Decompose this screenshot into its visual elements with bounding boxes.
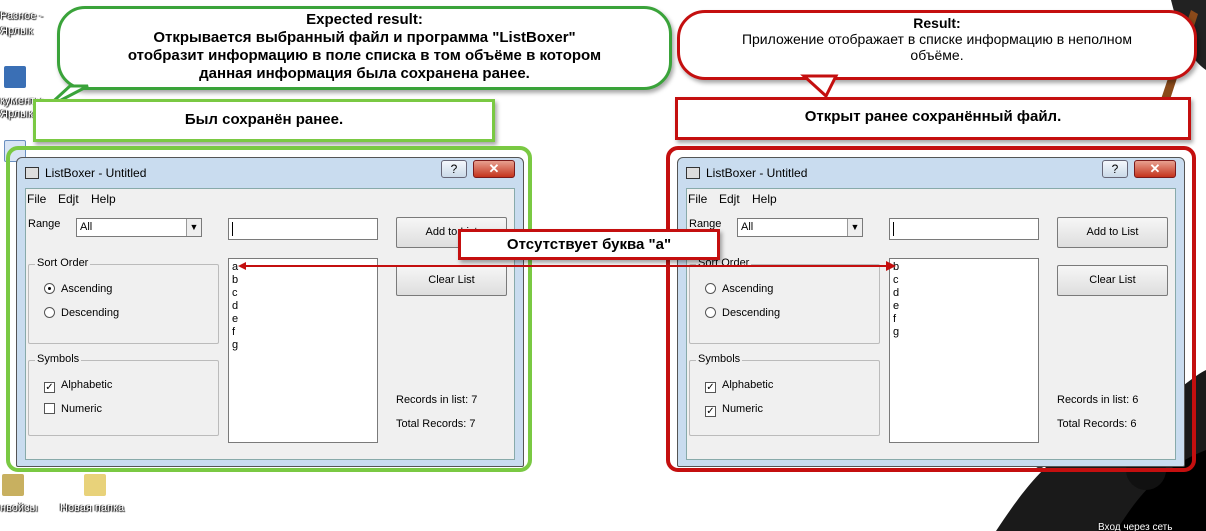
sort-order-label: Sort Order — [35, 257, 91, 269]
records-in-list: Records in list: 6 — [1057, 394, 1139, 406]
app-icon — [686, 167, 700, 179]
list-item[interactable]: d — [229, 300, 377, 313]
add-to-list-button[interactable]: Add to List — [1057, 217, 1168, 248]
title-bar[interactable]: ListBoxer - Untitled ? ✕ — [17, 158, 523, 188]
folder-icon[interactable] — [2, 474, 24, 496]
alphabetic-label: Alphabetic — [722, 379, 774, 391]
descending-label: Descending — [61, 307, 120, 319]
opened-label: Открыт ранее сохранённый файл. — [675, 97, 1191, 140]
list-item[interactable]: e — [890, 300, 1038, 313]
list-item[interactable]: g — [229, 339, 377, 352]
range-value: All — [741, 221, 754, 233]
sort-order-group: Sort Order — [28, 257, 219, 344]
ascending-label: Ascending — [61, 283, 113, 295]
range-value: All — [80, 221, 93, 233]
list-item[interactable]: f — [890, 313, 1038, 326]
desktop-icon-label[interactable]: Ярлык — [0, 108, 33, 120]
list-item[interactable]: f — [229, 326, 377, 339]
list-item[interactable]: g — [890, 326, 1038, 339]
range-select[interactable]: All ▼ — [76, 218, 202, 237]
folder-icon[interactable] — [84, 474, 106, 496]
expected-result-line: отобразит информацию в поле списка в том… — [127, 47, 602, 64]
symbols-group: Symbols — [689, 353, 880, 436]
expected-result-callout: Expected result: Открывается выбранный ф… — [57, 6, 672, 90]
actual-result-line: Приложение отображает в списке информаци… — [741, 31, 1133, 47]
close-button[interactable]: ✕ — [1134, 160, 1176, 178]
range-select[interactable]: All ▼ — [737, 218, 863, 237]
client-area: File Edjt Help Range All ▼ Sort Order As… — [686, 188, 1176, 460]
saved-label: Был сохранён ранее. — [33, 99, 495, 142]
records-in-list: Records in list: 7 — [396, 394, 478, 406]
help-button[interactable]: ? — [441, 160, 467, 178]
list-item[interactable]: b — [229, 274, 377, 287]
clear-list-button[interactable]: Clear List — [1057, 265, 1168, 296]
close-button[interactable]: ✕ — [473, 160, 515, 178]
actual-result-line: объёме. — [910, 47, 964, 63]
menu-file[interactable]: File — [688, 192, 707, 206]
symbols-label: Symbols — [696, 353, 743, 365]
desktop-icon-label[interactable]: Вход через сеть — [1098, 522, 1172, 531]
chevron-down-icon[interactable]: ▼ — [186, 219, 201, 236]
callout-tail — [800, 74, 839, 99]
menu-bar: File Edjt Help — [687, 189, 1175, 209]
menu-edit[interactable]: Edjt — [58, 192, 79, 206]
help-button[interactable]: ? — [1102, 160, 1128, 178]
desktop-icon-label[interactable]: нвойсы — [0, 502, 37, 514]
desktop-icon-label[interactable]: Разное - — [0, 10, 43, 22]
client-area: File Edjt Help Range All ▼ Sort Order As… — [25, 188, 515, 460]
menu-help[interactable]: Help — [752, 192, 777, 206]
actual-result-callout: Result: Приложение отображает в списке и… — [677, 10, 1197, 80]
desktop-icon-label[interactable]: Новая папка — [60, 502, 124, 514]
total-records: Total Records: 6 — [1057, 418, 1137, 430]
symbols-group: Symbols — [28, 353, 219, 436]
range-label: Range — [28, 218, 61, 230]
list-item[interactable]: c — [890, 274, 1038, 287]
total-records: Total Records: 7 — [396, 418, 476, 430]
symbols-label: Symbols — [35, 353, 82, 365]
entry-input[interactable] — [889, 218, 1039, 240]
menu-edit[interactable]: Edjt — [719, 192, 740, 206]
ascending-radio[interactable]: Ascending — [44, 283, 112, 295]
expected-result-line: данная информация была сохранена ранее. — [199, 65, 530, 82]
numeric-checkbox[interactable]: ✓ Numeric — [705, 403, 763, 417]
listboxer-window-left[interactable]: ListBoxer - Untitled ? ✕ File Edjt Help … — [16, 157, 524, 467]
numeric-label: Numeric — [722, 403, 763, 415]
descending-radio[interactable]: Descending — [44, 307, 119, 319]
expected-result-line: Открывается выбранный файл и программа "… — [153, 29, 576, 46]
list-item[interactable]: b — [890, 261, 1038, 274]
missing-letter-annotation: Отсутствует буква "а" — [458, 229, 720, 260]
shortcut-icon[interactable] — [4, 66, 26, 88]
title-bar[interactable]: ListBoxer - Untitled ? ✕ — [678, 158, 1184, 188]
expected-result-title: Expected result: — [306, 11, 423, 28]
alphabetic-label: Alphabetic — [61, 379, 113, 391]
alphabetic-checkbox[interactable]: ✓ Alphabetic — [705, 379, 773, 393]
records-listbox[interactable]: b c d e f g — [889, 258, 1039, 443]
descending-label: Descending — [722, 307, 781, 319]
sort-order-group: Sort Order — [689, 257, 880, 344]
listboxer-window-right[interactable]: ListBoxer - Untitled ? ✕ File Edjt Help … — [677, 157, 1185, 467]
numeric-label: Numeric — [61, 403, 102, 415]
entry-input[interactable] — [228, 218, 378, 240]
list-item[interactable]: d — [890, 287, 1038, 300]
comparison-arrow — [238, 261, 896, 271]
window-title: ListBoxer - Untitled — [45, 166, 147, 180]
numeric-checkbox[interactable]: Numeric — [44, 403, 102, 415]
menu-help[interactable]: Help — [91, 192, 116, 206]
list-item[interactable]: c — [229, 287, 377, 300]
desktop-icon-label[interactable]: Ярлык — [0, 25, 33, 37]
chevron-down-icon[interactable]: ▼ — [847, 219, 862, 236]
menu-bar: File Edjt Help — [26, 189, 514, 209]
ascending-label: Ascending — [722, 283, 774, 295]
window-title: ListBoxer - Untitled — [706, 166, 808, 180]
ascending-radio[interactable]: Ascending — [705, 283, 773, 295]
records-listbox[interactable]: a b c d e f g — [228, 258, 378, 443]
list-item[interactable]: e — [229, 313, 377, 326]
descending-radio[interactable]: Descending — [705, 307, 780, 319]
app-icon — [25, 167, 39, 179]
menu-file[interactable]: File — [27, 192, 46, 206]
actual-result-title: Result: — [913, 15, 961, 31]
alphabetic-checkbox[interactable]: ✓ Alphabetic — [44, 379, 112, 393]
